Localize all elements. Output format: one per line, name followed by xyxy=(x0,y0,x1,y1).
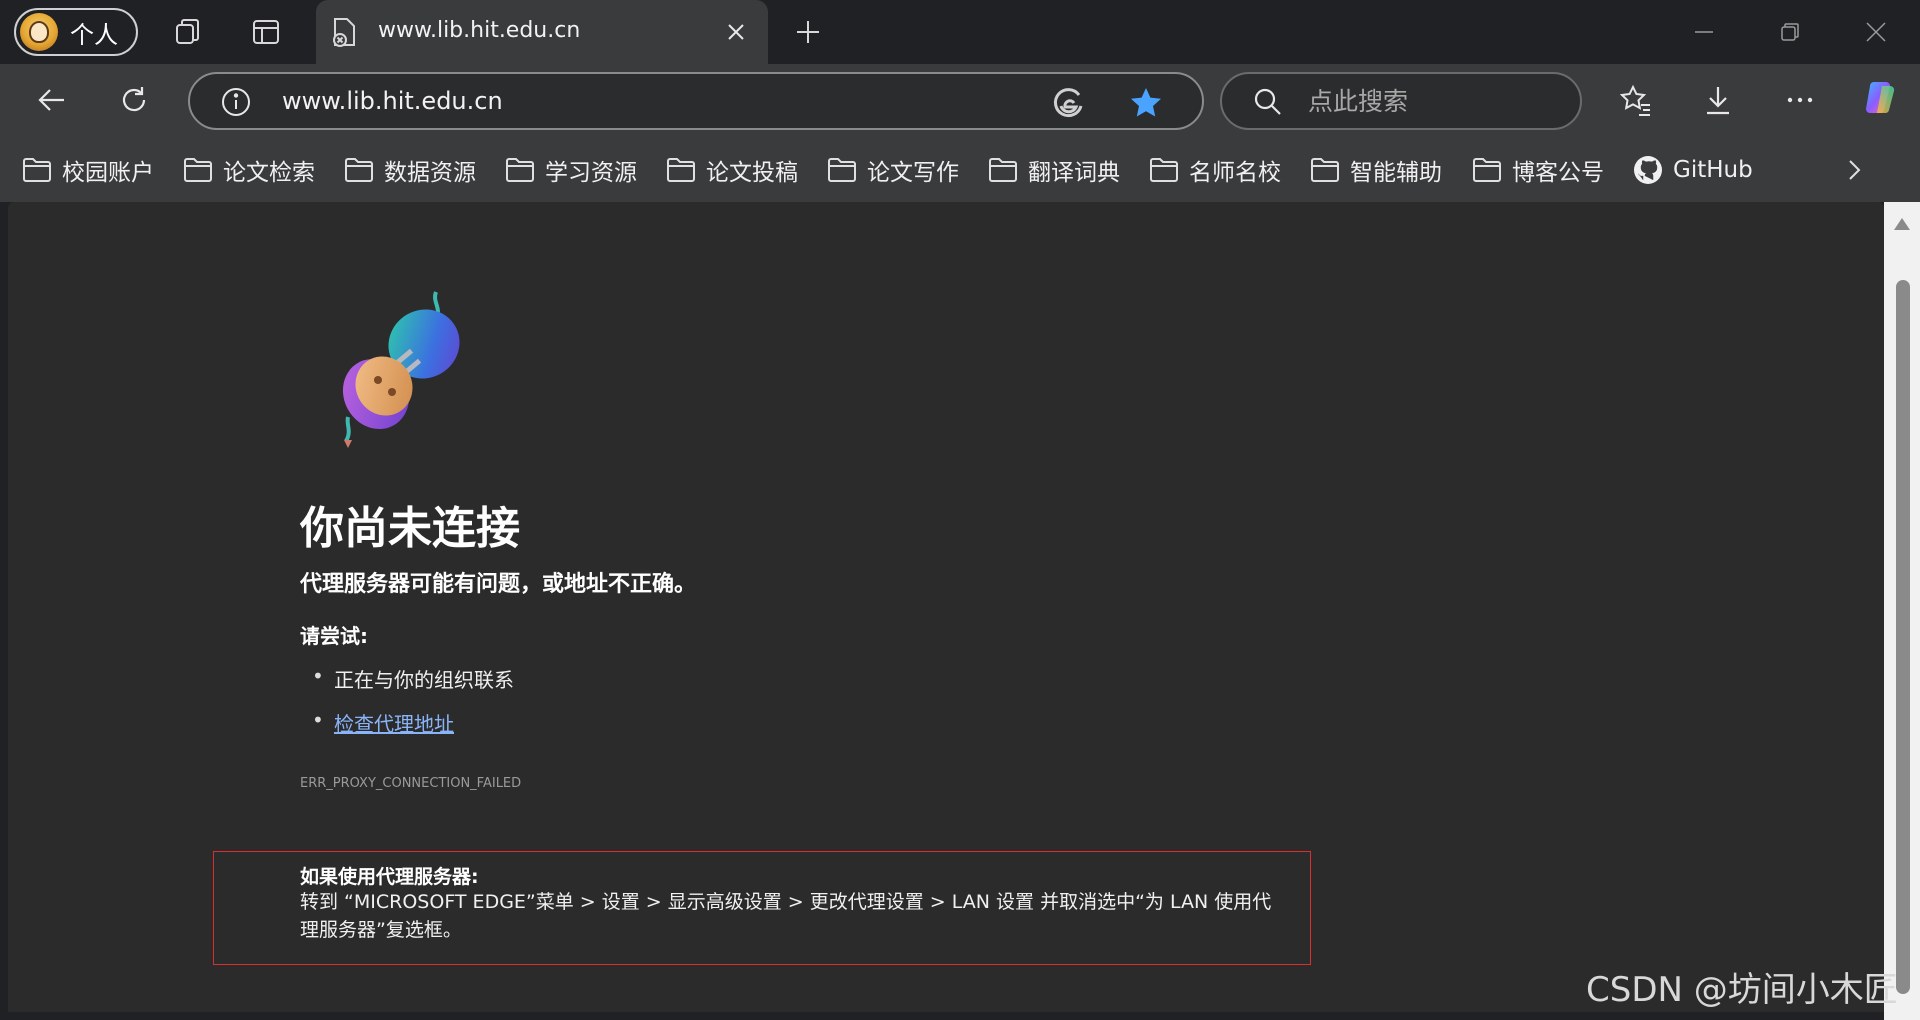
suggestion-list: 正在与你的组织联系 检查代理地址 xyxy=(300,664,514,752)
profile-label: 个人 xyxy=(70,20,118,49)
error-subtitle: 代理服务器可能有问题，或地址不正确。 xyxy=(300,572,697,597)
folder-icon xyxy=(23,158,51,182)
minimize-icon[interactable] xyxy=(1664,0,1744,64)
favorite-folder-2[interactable]: 数据资源 xyxy=(344,150,476,190)
favorite-folder-4[interactable]: 论文投稿 xyxy=(666,150,798,190)
favorite-label: 翻译词典 xyxy=(1028,160,1120,186)
edge-reader-icon[interactable] xyxy=(1052,86,1086,124)
folder-icon xyxy=(667,158,695,182)
chevron-right-icon[interactable] xyxy=(1834,150,1874,190)
favorite-folder-9[interactable]: 博客公号 xyxy=(1472,150,1604,190)
vertical-tabs-icon[interactable] xyxy=(246,12,286,52)
suggestion-item: 检查代理地址 xyxy=(300,708,514,752)
favorite-label: 论文写作 xyxy=(867,160,959,186)
address-bar[interactable]: www.lib.hit.edu.cn xyxy=(188,72,1204,130)
close-window-icon[interactable] xyxy=(1836,0,1916,64)
watermark: CSDN @坊间小木匠 xyxy=(1586,970,1898,1010)
more-options-icon[interactable] xyxy=(1780,80,1820,120)
favorite-star-icon[interactable] xyxy=(1128,85,1164,125)
favorite-label: 论文投稿 xyxy=(706,160,798,186)
favorites-bar: 校园账户 论文检索 数据资源 学习资源 论文投稿 论文写作 翻译词典 名师名校 … xyxy=(0,136,1920,202)
tab-title: www.lib.hit.edu.cn xyxy=(378,18,581,43)
suggestion-text: 正在与你的组织联系 xyxy=(334,668,514,692)
folder-icon xyxy=(1473,158,1501,182)
favorite-label: 校园账户 xyxy=(62,160,154,186)
favorite-label: 学习资源 xyxy=(545,160,637,186)
tab-active[interactable]: www.lib.hit.edu.cn xyxy=(316,0,768,64)
folder-icon xyxy=(345,158,373,182)
favorite-label: GitHub xyxy=(1673,157,1753,183)
folder-icon xyxy=(989,158,1017,182)
favorite-label: 数据资源 xyxy=(384,160,476,186)
github-icon xyxy=(1634,156,1662,184)
favorite-label: 智能辅助 xyxy=(1350,160,1442,186)
profile-button[interactable]: 个人 xyxy=(14,8,138,56)
favorite-label: 论文检索 xyxy=(223,160,315,186)
scroll-up-icon[interactable] xyxy=(1893,216,1911,235)
favorite-folder-6[interactable]: 翻译词典 xyxy=(988,150,1120,190)
error-code: ERR_PROXY_CONNECTION_FAILED xyxy=(300,776,522,791)
favorite-github[interactable]: GitHub xyxy=(1633,150,1753,190)
folder-icon xyxy=(828,158,856,182)
scroll-thumb[interactable] xyxy=(1896,280,1910,994)
site-info-icon[interactable] xyxy=(220,86,252,122)
search-box[interactable] xyxy=(1220,72,1582,130)
avatar xyxy=(20,13,58,51)
new-tab-icon[interactable] xyxy=(788,12,828,52)
favorites-list-icon[interactable] xyxy=(1616,80,1656,120)
error-title: 你尚未连接 xyxy=(300,503,520,554)
proxy-instructions-box: 如果使用代理服务器: 转到 “MICROSOFT EDGE”菜单 > 设置 > … xyxy=(213,851,1311,965)
scrollbar[interactable] xyxy=(1884,202,1920,1020)
copilot-icon[interactable] xyxy=(1858,78,1898,118)
favorite-folder-0[interactable]: 校园账户 xyxy=(22,150,154,190)
suggestion-item: 正在与你的组织联系 xyxy=(300,664,514,708)
folder-icon xyxy=(1150,158,1178,182)
favorite-folder-3[interactable]: 学习资源 xyxy=(505,150,637,190)
folder-icon xyxy=(506,158,534,182)
folder-icon xyxy=(184,158,212,182)
folder-icon xyxy=(1311,158,1339,182)
url-text[interactable]: www.lib.hit.edu.cn xyxy=(282,87,503,115)
favorite-label: 名师名校 xyxy=(1189,160,1281,186)
workspaces-icon[interactable] xyxy=(168,12,208,52)
try-label: 请尝试: xyxy=(300,624,368,648)
search-input[interactable] xyxy=(1308,84,1558,118)
title-bar: 个人 www.lib.hit.edu.cn xyxy=(0,0,1920,64)
favorite-folder-8[interactable]: 智能辅助 xyxy=(1310,150,1442,190)
favorite-label: 博客公号 xyxy=(1512,160,1604,186)
disconnected-plug-icon xyxy=(328,282,468,456)
downloads-icon[interactable] xyxy=(1698,80,1738,120)
favorite-folder-7[interactable]: 名师名校 xyxy=(1149,150,1281,190)
page-content: 你尚未连接 代理服务器可能有问题，或地址不正确。 请尝试: 正在与你的组织联系 … xyxy=(8,202,1884,1012)
check-proxy-link[interactable]: 检查代理地址 xyxy=(334,712,454,736)
favorite-folder-5[interactable]: 论文写作 xyxy=(827,150,959,190)
search-icon xyxy=(1252,86,1284,122)
proxy-heading: 如果使用代理服务器: xyxy=(300,866,479,888)
toolbar: www.lib.hit.edu.cn xyxy=(0,64,1920,136)
tab-close-icon[interactable] xyxy=(718,14,754,50)
proxy-body: 转到 “MICROSOFT EDGE”菜单 > 设置 > 显示高级设置 > 更改… xyxy=(300,891,1272,941)
restore-icon[interactable] xyxy=(1750,0,1830,64)
page-error-icon xyxy=(330,16,360,52)
back-icon[interactable] xyxy=(32,80,72,120)
favorite-folder-1[interactable]: 论文检索 xyxy=(183,150,315,190)
refresh-icon[interactable] xyxy=(114,80,154,120)
